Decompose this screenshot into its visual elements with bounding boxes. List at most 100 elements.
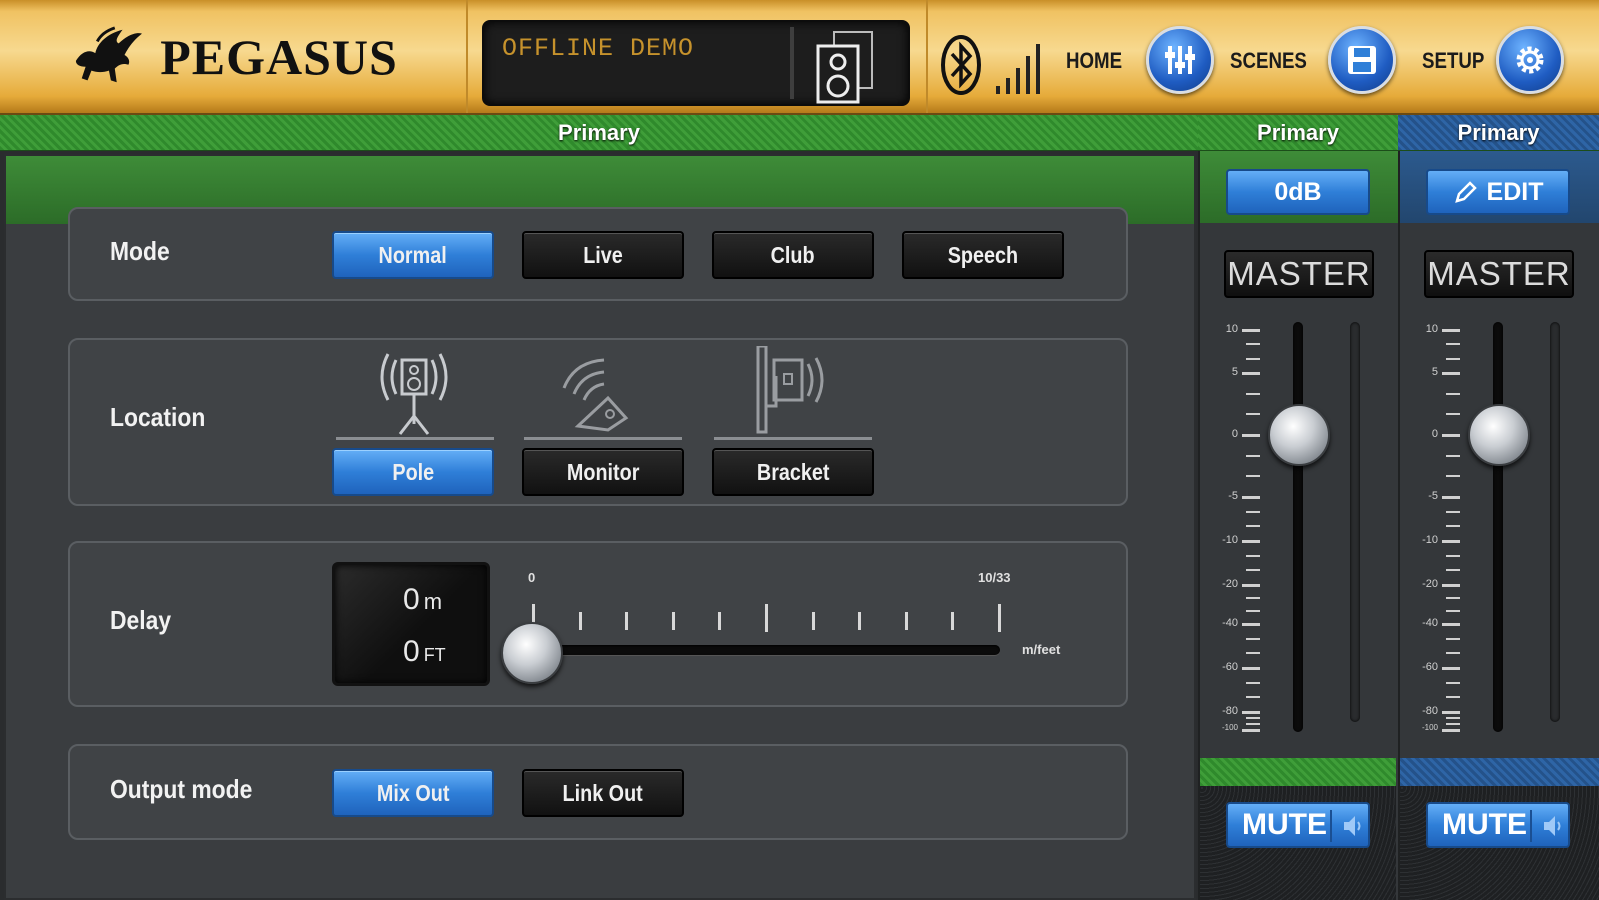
fader-scale-label: 5	[1431, 366, 1438, 378]
fader-scale-label: 0	[1231, 428, 1238, 440]
fader-scale-minor-tick	[1446, 357, 1460, 360]
pole-underline	[336, 437, 494, 440]
mode-club-text: Club	[771, 241, 815, 268]
master-fader-1-track[interactable]	[1293, 322, 1303, 732]
delay-slider-tick	[904, 612, 908, 630]
scenes-button[interactable]	[1328, 26, 1396, 94]
output-link-out-button[interactable]: Link Out	[522, 769, 684, 817]
fader-scale-minor-tick	[1446, 475, 1460, 478]
fader-scale-label: -40	[1222, 617, 1238, 629]
delay-slider-tick	[765, 604, 768, 632]
master-fader-1-knob[interactable]	[1268, 404, 1330, 466]
output-mode-label: Output mode	[110, 774, 253, 804]
fader-scale-tick	[1442, 329, 1460, 332]
app-window: PEGASUS OFFLINE DEMO HOME SCENES SETUP P…	[0, 0, 1599, 900]
location-label: Location	[110, 402, 206, 432]
mode-live-button[interactable]: Live	[522, 231, 684, 279]
master-label-1: MASTER	[1224, 250, 1374, 298]
mode-club-button[interactable]: Club	[712, 231, 874, 279]
fader-scale-minor-tick	[1446, 343, 1460, 346]
fader-scale-tick	[1442, 540, 1460, 543]
fader-scale-label: -60	[1222, 661, 1238, 673]
channel-name-strip1-text: Primary	[1257, 119, 1339, 145]
pegasus-logo-icon	[76, 25, 143, 82]
mute-button-2-text: MUTE	[1442, 808, 1527, 841]
home-button[interactable]	[1146, 26, 1214, 94]
channel-name-main[interactable]: Primary	[0, 115, 1198, 151]
setup-button[interactable]	[1496, 26, 1564, 94]
fader-scale-tick	[1242, 584, 1260, 587]
fader-scale-tick	[1242, 623, 1260, 626]
zero-db-button[interactable]: 0dB	[1226, 169, 1370, 215]
fader-scale-tick	[1242, 329, 1260, 332]
fader-scale-minor-tick	[1446, 597, 1460, 599]
fader-scale-minor-tick	[1246, 569, 1260, 572]
mode-speech-button[interactable]: Speech	[902, 231, 1064, 279]
mute-button-1[interactable]: MUTE	[1226, 802, 1370, 848]
location-pole-button[interactable]: Pole	[332, 448, 494, 496]
fader-scale-minor-tick	[1246, 696, 1260, 699]
floppy-icon	[1348, 46, 1376, 74]
mute-button-2[interactable]: MUTE	[1426, 802, 1570, 848]
signal-strength-icon	[996, 44, 1040, 94]
fader-scale-minor-tick	[1246, 610, 1260, 612]
delay-feet-value: 0	[403, 635, 420, 668]
status-divider	[790, 27, 794, 99]
monitor-underline	[524, 437, 682, 440]
location-bracket-button[interactable]: Bracket	[712, 448, 874, 496]
header-divider	[926, 0, 928, 113]
location-pole-text: Pole	[392, 458, 434, 485]
master-label-1-text: MASTER	[1227, 255, 1371, 292]
fader-scale-tick	[1442, 667, 1460, 670]
output-mix-out-button[interactable]: Mix Out	[332, 769, 494, 817]
fader-scale-minor-tick	[1446, 681, 1460, 684]
zero-db-text: 0dB	[1274, 177, 1322, 206]
fader-scale-minor-tick	[1446, 392, 1460, 395]
fader-scale-minor-tick	[1246, 723, 1260, 725]
fader-scale-minor-tick	[1246, 554, 1260, 557]
pole-speaker-icon	[380, 353, 448, 435]
fader-scale-label: 10	[1225, 323, 1238, 335]
fader-scale-tick	[1242, 540, 1260, 543]
delay-slider-min-label: 0	[528, 570, 536, 585]
location-bracket-text: Bracket	[756, 458, 830, 485]
delay-slider-max-label: 10/33	[978, 570, 1011, 585]
delay-readout: 0m 0 FT	[332, 562, 490, 686]
channel-name-strip2[interactable]: Primary	[1398, 115, 1599, 151]
mode-label: Mode	[110, 236, 170, 266]
bluetooth-icon[interactable]	[940, 34, 982, 96]
channel-name-strip2-text: Primary	[1457, 119, 1540, 145]
delay-slider-tick	[625, 612, 629, 630]
mode-normal-text: Normal	[378, 241, 448, 268]
fader-scale-tick	[1442, 434, 1460, 437]
volume-icon	[1344, 816, 1361, 836]
speaker-icon[interactable]	[814, 28, 878, 104]
fader-scale-tick	[1442, 729, 1460, 732]
delay-slider-tick	[811, 612, 815, 630]
fader-scale-label: -10	[1422, 534, 1438, 546]
fader-scale-label: -5	[1428, 490, 1438, 502]
delay-slider-knob[interactable]	[501, 622, 563, 684]
fader-scale-label: -10	[1222, 534, 1238, 546]
master-fader-2-track[interactable]	[1493, 322, 1503, 732]
location-monitor-button[interactable]: Monitor	[522, 448, 684, 496]
mode-live-text: Live	[583, 241, 623, 268]
fader-scale-label: -100	[1221, 723, 1238, 732]
fader-scale-minor-tick	[1246, 717, 1260, 719]
fader-scale-label: 0	[1431, 428, 1438, 440]
master-fader-2-knob[interactable]	[1468, 404, 1530, 466]
fader-scale-minor-tick	[1446, 637, 1460, 640]
fader-scale-minor-tick	[1446, 554, 1460, 557]
fader-scale-tick	[1442, 496, 1460, 499]
edit-button[interactable]: EDIT	[1426, 169, 1570, 215]
mute-button-1-divider	[1330, 810, 1332, 842]
delay-slider-tick	[578, 612, 582, 630]
fader-scale-minor-tick	[1446, 569, 1460, 572]
mode-normal-button[interactable]: Normal	[332, 231, 494, 279]
master-label-2: MASTER	[1424, 250, 1574, 298]
channel-name-strip1[interactable]: Primary	[1198, 115, 1398, 151]
nav-scenes-label: SCENES	[1230, 48, 1307, 73]
bracket-underline	[714, 437, 872, 440]
master-strip-2-footer-band	[1400, 758, 1599, 786]
delay-slider-track[interactable]	[540, 645, 1000, 655]
